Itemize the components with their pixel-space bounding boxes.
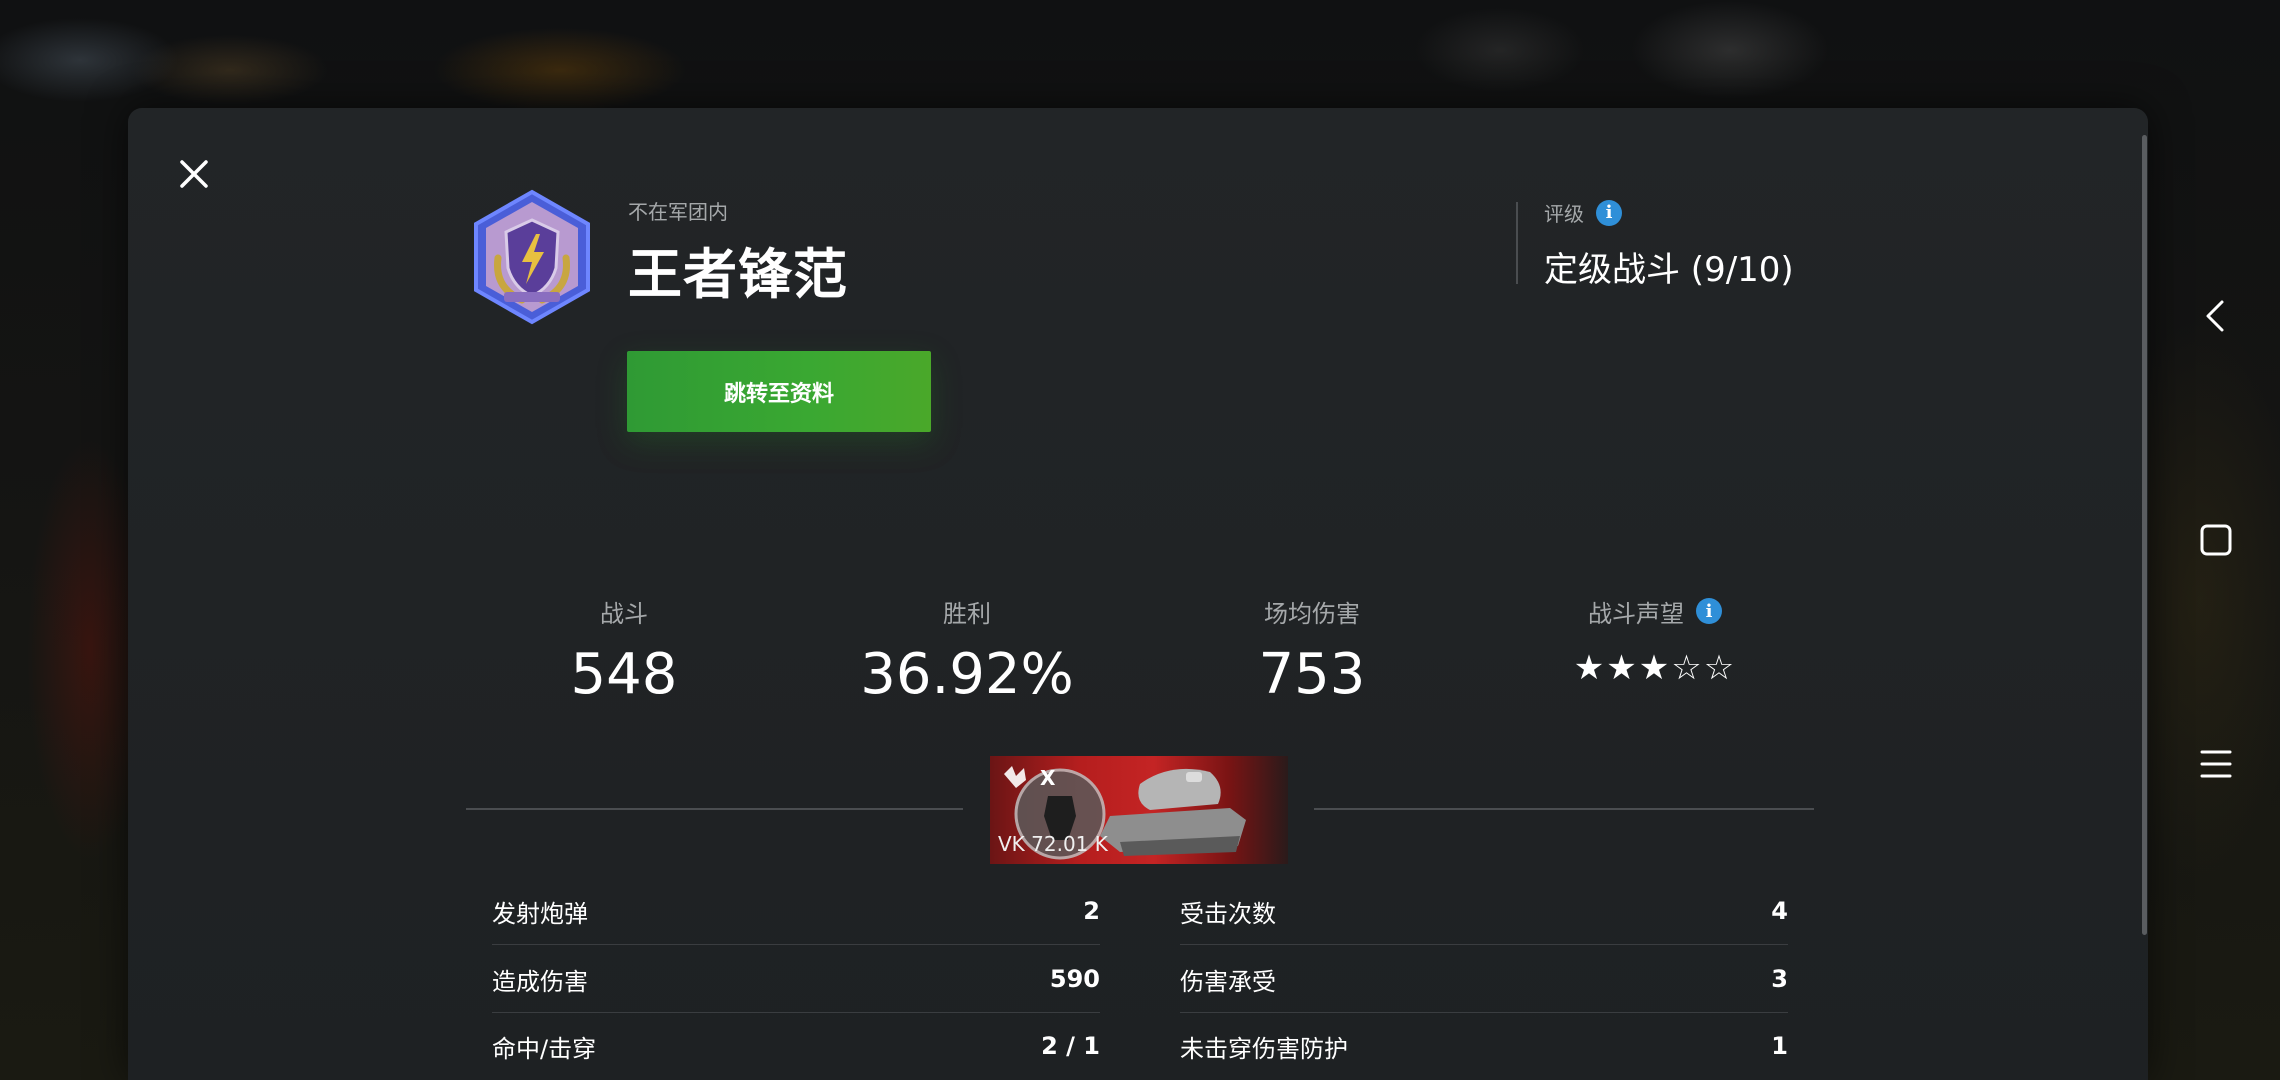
panel-scrollbar[interactable]: [2142, 135, 2147, 935]
menu-icon: [2200, 750, 2232, 778]
detail-value: 2 / 1: [1041, 1032, 1100, 1060]
tank-name: VK 72.01 K: [998, 832, 1108, 856]
home-icon: [2200, 524, 2232, 556]
detail-value: 2: [1083, 897, 1100, 925]
go-to-profile-button[interactable]: 跳转至资料: [627, 351, 931, 432]
detail-row-damage-received: 伤害承受 3: [1180, 946, 1788, 1013]
detail-label: 未击穿伤害防护: [1180, 1034, 1348, 1063]
player-name: 王者锋范: [628, 243, 848, 306]
clan-status: 不在军团内: [628, 200, 728, 224]
stat-value: 753: [1258, 642, 1366, 707]
detail-row-damage-dealt: 造成伤害 590: [492, 946, 1100, 1013]
nav-home-button[interactable]: [2196, 520, 2236, 560]
stat-average-damage: 场均伤害 753: [1162, 594, 1462, 708]
stat-battles: 战斗 548: [474, 594, 774, 708]
rank-badge-icon: [474, 189, 590, 325]
nav-menu-button[interactable]: [2196, 744, 2236, 784]
tank-tier: X: [1040, 766, 1056, 790]
separator-right: [1314, 808, 1814, 810]
stat-label: 战斗声望 i: [1505, 594, 1805, 628]
separator-left: [466, 808, 963, 810]
stat-victories: 胜利 36.92%: [817, 594, 1117, 708]
detail-value: 1: [1771, 1032, 1788, 1060]
tank-card[interactable]: X VK 72.01 K: [990, 756, 1288, 864]
player-stats-panel: [128, 108, 2148, 1080]
stat-value: 36.92%: [860, 642, 1074, 707]
rating-label: 评级 i: [1544, 198, 1622, 227]
detail-label: 造成伤害: [492, 967, 588, 996]
detail-label: 命中/击穿: [492, 1034, 597, 1063]
detail-row-damage-blocked: 未击穿伤害防护 1: [1180, 1013, 1788, 1079]
stat-label: 胜利: [943, 599, 991, 628]
rating-value: 定级战斗 (9/10): [1544, 250, 1794, 290]
detail-row-times-hit: 受击次数 4: [1180, 878, 1788, 945]
detail-row-shots-fired: 发射炮弹 2: [492, 878, 1100, 945]
stat-label: 战斗: [600, 599, 648, 628]
stat-battle-prestige: 战斗声望 i ★★★☆☆: [1505, 594, 1805, 688]
detail-label: 受击次数: [1180, 899, 1276, 928]
prestige-stars: ★★★☆☆: [1573, 648, 1737, 688]
detail-label: 发射炮弹: [492, 899, 588, 928]
detail-value: 590: [1049, 965, 1100, 993]
close-icon: [180, 160, 208, 188]
stat-label: 场均伤害: [1264, 599, 1360, 628]
detail-value: 4: [1771, 897, 1788, 925]
detail-label: 伤害承受: [1180, 967, 1276, 996]
stat-label-text: 战斗声望: [1588, 599, 1684, 628]
rating-divider: [1516, 202, 1518, 284]
rating-info-icon[interactable]: i: [1596, 199, 1622, 226]
close-button[interactable]: [176, 156, 212, 192]
detail-value: 3: [1771, 965, 1788, 993]
detail-row-hits-penetrations: 命中/击穿 2 / 1: [492, 1013, 1100, 1079]
stat-value: 548: [570, 642, 678, 707]
back-icon: [2206, 300, 2224, 332]
nav-back-button[interactable]: [2196, 296, 2236, 336]
prestige-info-icon[interactable]: i: [1696, 598, 1722, 624]
rating-label-text: 评级: [1544, 202, 1584, 226]
